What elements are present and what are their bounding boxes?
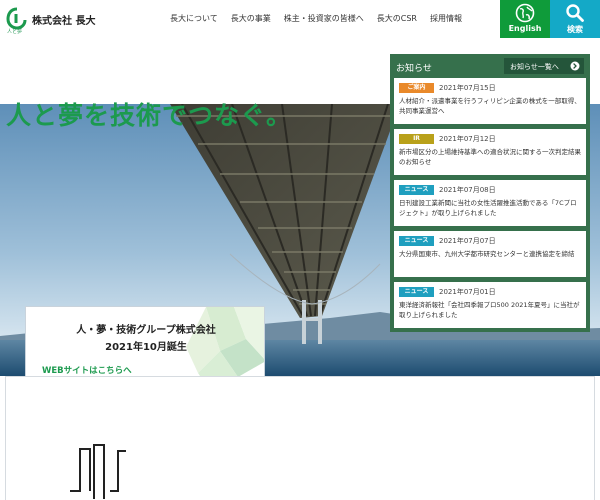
- content-frame: [5, 376, 595, 500]
- news-item[interactable]: IR 2021年07月12日 新市場区分の上場維持基準への適合状況に関する一次判…: [394, 129, 586, 175]
- news-date: 2021年07月07日: [439, 237, 496, 245]
- nav-business[interactable]: 長大の事業: [231, 13, 271, 24]
- news-text: 大分県国東市、九州大学都市研究センターと連携協定を締結: [399, 250, 575, 258]
- search-label: 検索: [567, 25, 583, 34]
- news-text: 東洋経済新報社「会社四季報プロ500 2021年夏号」に当社が取り上げられました: [399, 301, 580, 319]
- banner-launch-date: 2021年10月誕生: [105, 342, 187, 353]
- news-panel: お知らせ お知らせ一覧へ ご案内 2021年07月15日 人材紹介・派遣事業を行…: [390, 54, 590, 332]
- logo-tagline: 人と夢: [7, 29, 23, 35]
- globe-icon: [515, 3, 535, 23]
- news-badge: ご案内: [399, 83, 434, 93]
- news-item[interactable]: ニュース 2021年07月08日 日刊建設工業新聞に当社の女性活躍推進活動である…: [394, 180, 586, 226]
- news-list-label: お知らせ一覧へ: [510, 63, 559, 71]
- nav-csr[interactable]: 長大のCSR: [377, 13, 417, 24]
- nav-recruit[interactable]: 採用情報: [430, 13, 462, 24]
- line-logo-icon: [70, 444, 126, 499]
- arrow-right-circle-icon: [570, 61, 580, 71]
- search-icon: [566, 4, 584, 22]
- site-header: 株式会社 長大 人と夢 長大について 長大の事業 株主・投資家の皆様へ 長大のC…: [0, 0, 600, 40]
- nav-investors[interactable]: 株主・投資家の皆様へ: [284, 13, 364, 24]
- news-text: 日刊建設工業新聞に当社の女性活躍推進活動である「7Cプロジェクト」が取り上げられ…: [399, 199, 577, 217]
- search-button[interactable]: 検索: [550, 0, 600, 38]
- news-text: 新市場区分の上場維持基準への適合状況に関する一次判定結果のお知らせ: [399, 148, 581, 166]
- news-item[interactable]: ニュース 2021年07月01日 東洋経済新報社「会社四季報プロ500 2021…: [394, 282, 586, 328]
- news-list-link[interactable]: お知らせ一覧へ: [504, 58, 584, 74]
- banner-website-link[interactable]: WEBサイトはこちらへ: [42, 364, 132, 376]
- news-heading: お知らせ: [396, 64, 432, 74]
- nav-about[interactable]: 長大について: [170, 13, 218, 24]
- english-button[interactable]: English: [500, 0, 550, 38]
- lower-section: [0, 376, 600, 500]
- logo-company-name: 株式会社 長大: [32, 16, 96, 27]
- hero-catchphrase: 人と夢を技術でつなぐ。: [6, 101, 293, 130]
- news-item[interactable]: ご案内 2021年07月15日 人材紹介・派遣事業を行うフィリピン企業の株式を一…: [394, 78, 586, 124]
- news-badge: ニュース: [399, 236, 434, 246]
- news-date: 2021年07月15日: [439, 84, 496, 92]
- global-nav: 長大について 長大の事業 株主・投資家の皆様へ 長大のCSR 採用情報: [170, 13, 475, 24]
- news-date: 2021年07月01日: [439, 288, 496, 296]
- site-logo[interactable]: 株式会社 長大 人と夢: [6, 6, 106, 35]
- news-date: 2021年07月12日: [439, 135, 496, 143]
- news-badge: ニュース: [399, 185, 434, 195]
- news-date: 2021年07月08日: [439, 186, 496, 194]
- banner-company-name: 人・夢・技術グループ株式会社: [76, 325, 216, 336]
- english-label: English: [508, 24, 542, 33]
- new-company-banner[interactable]: 人・夢・技術グループ株式会社 2021年10月誕生 WEBサイトはこちらへ: [25, 306, 265, 376]
- news-item[interactable]: ニュース 2021年07月07日 大分県国東市、九州大学都市研究センターと連携協…: [394, 231, 586, 277]
- news-badge: IR: [399, 134, 434, 144]
- news-text: 人材紹介・派遣事業を行うフィリピン企業の株式を一部取得、共同事業運営へ: [399, 97, 581, 115]
- news-badge: ニュース: [399, 287, 434, 297]
